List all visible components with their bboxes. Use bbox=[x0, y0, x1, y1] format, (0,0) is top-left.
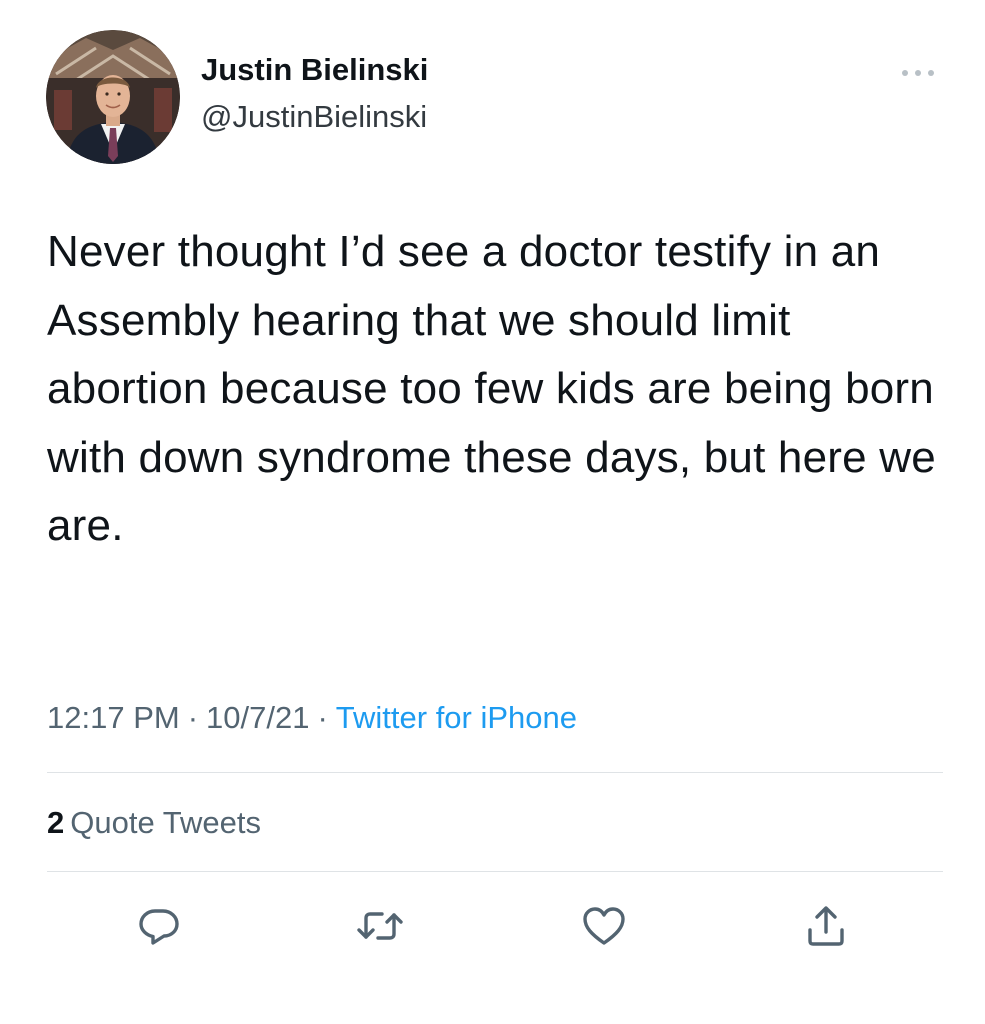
meta-separator: · bbox=[317, 700, 328, 735]
meta-separator: · bbox=[187, 700, 199, 735]
divider bbox=[47, 871, 943, 872]
tweet-text: Never thought I’d see a doctor testify i… bbox=[47, 227, 936, 550]
tweet-time[interactable]: 12:17 PM bbox=[47, 700, 180, 735]
retweet-icon bbox=[357, 912, 403, 940]
retweet-button[interactable] bbox=[352, 898, 408, 954]
author-display-name[interactable]: Justin Bielinski bbox=[201, 50, 428, 90]
quote-tweets-label: Quote Tweets bbox=[70, 805, 261, 840]
tweet-source-link[interactable]: Twitter for iPhone bbox=[336, 700, 577, 735]
divider bbox=[47, 772, 943, 773]
tweet-date[interactable]: 10/7/21 bbox=[206, 700, 309, 735]
share-button[interactable] bbox=[798, 898, 854, 954]
more-horizontal-icon bbox=[902, 70, 934, 76]
more-options-button[interactable] bbox=[888, 60, 948, 86]
reply-button[interactable] bbox=[131, 898, 187, 954]
quote-tweets-count: 2 bbox=[47, 805, 65, 840]
like-button[interactable] bbox=[576, 898, 632, 954]
share-icon bbox=[808, 906, 844, 946]
reply-icon bbox=[139, 909, 179, 945]
tweet-detail: Justin Bielinski @JustinBielinski Never … bbox=[0, 0, 985, 1024]
avatar-image bbox=[46, 30, 180, 164]
tweet-meta: 12:17 PM · 10/7/21 · Twitter for iPhone bbox=[47, 696, 577, 740]
quote-tweets-stat[interactable]: 2 Quote Tweets bbox=[47, 801, 261, 845]
avatar[interactable] bbox=[46, 30, 180, 164]
author-handle[interactable]: @JustinBielinski bbox=[201, 97, 427, 137]
heart-icon bbox=[583, 907, 625, 945]
